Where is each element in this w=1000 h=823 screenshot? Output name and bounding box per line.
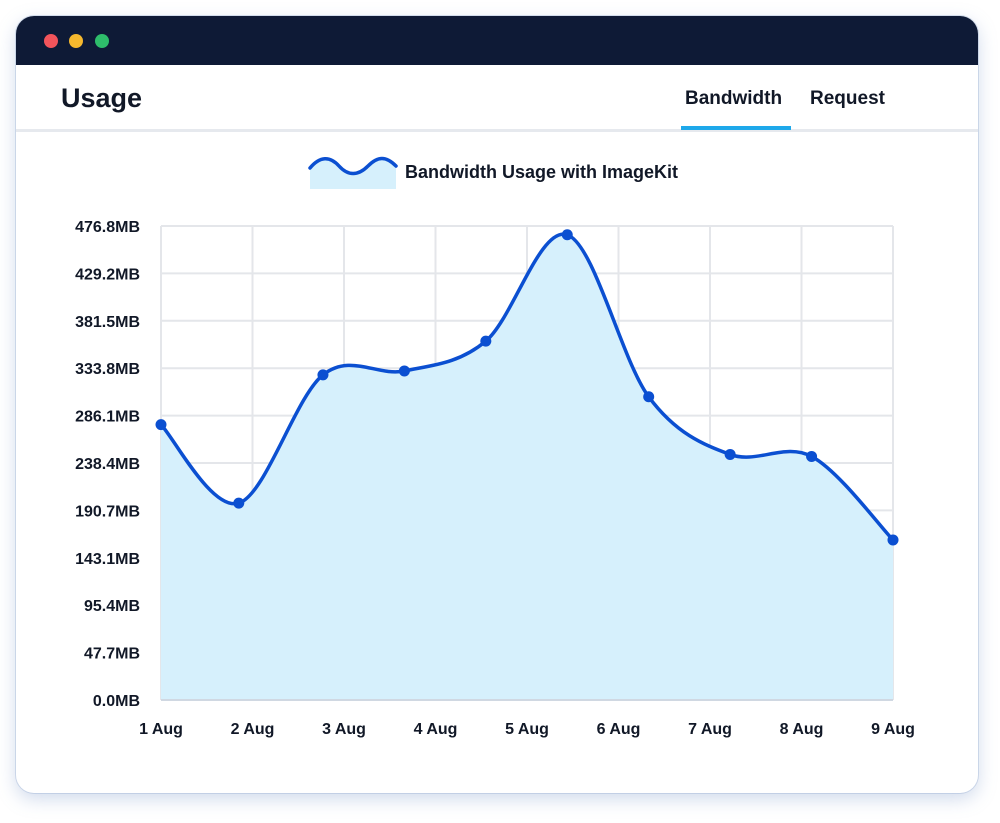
chart-area-layer [159, 232, 895, 701]
data-point[interactable] [887, 534, 899, 546]
y-tick-label: 143.1MB [75, 551, 140, 568]
y-tick-label: 238.4MB [75, 456, 140, 473]
x-tick-label: 3 Aug [322, 721, 366, 738]
y-tick-label: 381.5MB [75, 314, 140, 331]
y-axis-ticks: 0.0MB 47.7MB 95.4MB 143.1MB 190.7MB 238.4MB 28… [75, 219, 140, 710]
x-tick-label: 2 Aug [231, 721, 275, 738]
data-point[interactable] [643, 391, 655, 403]
data-point[interactable] [806, 450, 818, 462]
y-tick-label: 286.1MB [75, 409, 140, 426]
x-tick-label: 4 Aug [414, 721, 458, 738]
data-point[interactable] [398, 365, 410, 377]
series-area-fill [161, 234, 893, 700]
x-tick-label: 9 Aug [871, 721, 915, 738]
y-tick-label: 333.8MB [75, 361, 140, 378]
bandwidth-chart: 0.0MB 47.7MB 95.4MB 143.1MB 190.7MB 238.4MB 28… [75, 156, 915, 738]
data-point[interactable] [317, 369, 329, 381]
y-tick-label: 476.8MB [75, 219, 140, 236]
x-tick-label: 1 Aug [139, 721, 183, 738]
x-tick-label: 6 Aug [597, 721, 641, 738]
y-tick-label: 0.0MB [93, 693, 140, 710]
data-point[interactable] [480, 335, 492, 347]
x-tick-label: 5 Aug [505, 721, 549, 738]
y-tick-label: 95.4MB [84, 598, 140, 615]
data-point[interactable] [233, 497, 245, 509]
legend-label: Bandwidth Usage with ImageKit [405, 162, 678, 182]
data-point[interactable] [724, 448, 736, 460]
chart-legend[interactable]: Bandwidth Usage with ImageKit [308, 156, 678, 190]
data-point[interactable] [155, 419, 167, 431]
y-tick-label: 47.7MB [84, 646, 140, 663]
y-tick-label: 190.7MB [75, 503, 140, 520]
x-tick-label: 7 Aug [688, 721, 732, 738]
data-point[interactable] [561, 229, 573, 241]
x-axis-ticks: 1 Aug 2 Aug 3 Aug 4 Aug 5 Aug 6 Aug 7 Aug 8 Aug… [139, 721, 915, 738]
y-tick-label: 429.2MB [75, 266, 140, 283]
x-tick-label: 8 Aug [780, 721, 824, 738]
